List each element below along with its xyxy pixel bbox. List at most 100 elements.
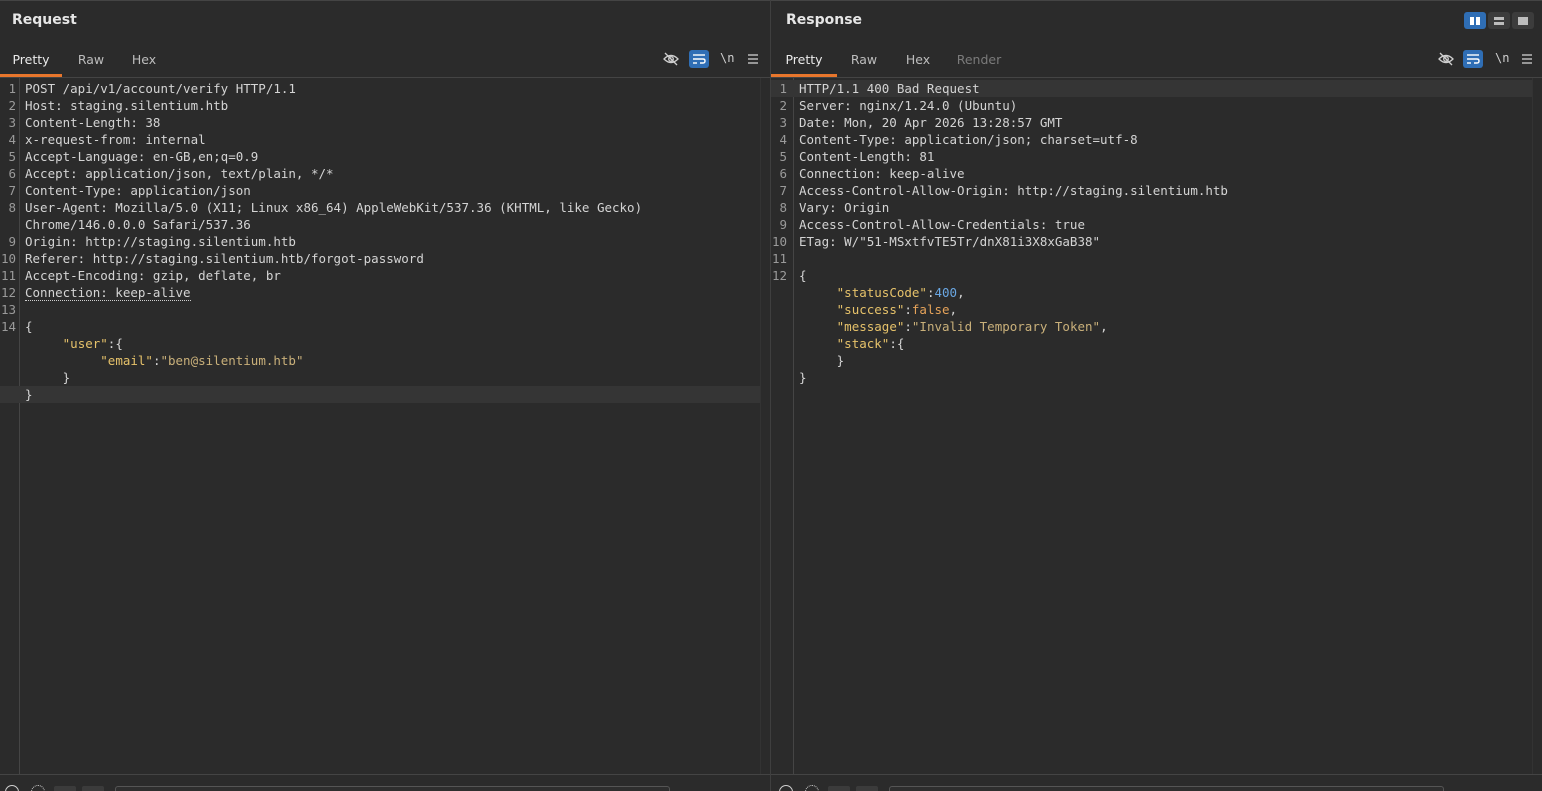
code-line[interactable]: 10 ETag: W/"51-MSxtfvTE5Tr/dnX81i3X8xGaB3… — [771, 233, 1532, 250]
forward-button[interactable] — [82, 786, 104, 791]
code-line[interactable]: 3 Content-Length: 38 — [0, 114, 760, 131]
code-line[interactable]: 2 Server: nginx/1.24.0 (Ubuntu) — [771, 97, 1532, 114]
hamburger-menu-icon[interactable] — [1517, 50, 1537, 68]
code-line[interactable]: 7 Content-Type: application/json — [0, 182, 760, 199]
layout-rows-icon[interactable] — [1488, 12, 1510, 29]
code-line[interactable]: 6 Accept: application/json, text/plain, *… — [0, 165, 760, 182]
line-number: 12 — [0, 285, 16, 300]
vertical-scrollbar[interactable] — [760, 78, 770, 775]
tab-hex[interactable]: Hex — [891, 46, 945, 77]
code-line[interactable]: 8 Vary: Origin — [771, 199, 1532, 216]
code-line[interactable]: 13 — [0, 301, 760, 318]
code-line[interactable]: 2 Host: staging.silentium.htb — [0, 97, 760, 114]
code-line[interactable]: 14 { — [0, 318, 760, 335]
tab-raw[interactable]: Raw — [837, 46, 891, 77]
code-line[interactable]: } — [0, 386, 760, 403]
code-line[interactable]: 6 Connection: keep-alive — [771, 165, 1532, 182]
line-text: "user":{ — [25, 335, 123, 352]
layout-columns-icon[interactable] — [1464, 12, 1486, 29]
code-line[interactable]: 4 Content-Type: application/json; charset… — [771, 131, 1532, 148]
code-line[interactable]: 9 Origin: http://staging.silentium.htb — [0, 233, 760, 250]
code-token: Access-Control-Allow-Origin: http://stag… — [799, 183, 1228, 198]
request-code[interactable]: 1 POST /api/v1/account/verify HTTP/1.1 2 Ho… — [0, 80, 760, 403]
line-text: { — [25, 318, 33, 335]
line-number: 3 — [779, 115, 787, 130]
forward-button[interactable] — [856, 786, 878, 791]
code-line[interactable]: } — [771, 369, 1532, 386]
code-line[interactable]: 7 Access-Control-Allow-Origin: http://sta… — [771, 182, 1532, 199]
tab-pretty[interactable]: Pretty — [771, 46, 837, 77]
code-line[interactable]: } — [0, 369, 760, 386]
line-number: 9 — [8, 234, 16, 249]
code-line[interactable]: Chrome/146.0.0.0 Safari/537.36 — [0, 216, 760, 233]
tab-render[interactable]: Render — [945, 46, 1013, 77]
request-editor[interactable]: 1 POST /api/v1/account/verify HTTP/1.1 2 Ho… — [0, 78, 770, 775]
tab-pretty[interactable]: Pretty — [0, 46, 62, 77]
code-token: Date: Mon, 20 Apr 2026 13:28:57 GMT — [799, 115, 1063, 130]
line-text: Chrome/146.0.0.0 Safari/537.36 — [25, 216, 251, 233]
line-number: 11 — [771, 251, 787, 266]
code-line[interactable]: 12 { — [771, 267, 1532, 284]
code-line[interactable]: 9 Access-Control-Allow-Credentials: true — [771, 216, 1532, 233]
eye-off-icon[interactable] — [661, 50, 681, 68]
newline-icon[interactable]: \n — [720, 51, 734, 65]
code-line[interactable]: 10 Referer: http://staging.silentium.htb/… — [0, 250, 760, 267]
code-token: } — [799, 370, 807, 385]
code-token: : — [904, 302, 912, 317]
search-input[interactable] — [115, 786, 670, 791]
code-line[interactable]: 11 Accept-Encoding: gzip, deflate, br — [0, 267, 760, 284]
code-token: : — [904, 319, 912, 334]
code-token: "Invalid Temporary Token" — [911, 319, 1101, 334]
code-line[interactable]: } — [771, 352, 1532, 369]
hamburger-menu-icon[interactable] — [743, 50, 763, 68]
code-line[interactable]: 8 User-Agent: Mozilla/5.0 (X11; Linux x86… — [0, 199, 760, 216]
code-line[interactable]: "statusCode":400, — [771, 284, 1532, 301]
newline-icon[interactable]: \n — [1495, 51, 1509, 65]
code-line[interactable]: "message":"Invalid Temporary Token", — [771, 318, 1532, 335]
code-token: } — [25, 370, 71, 385]
code-line[interactable]: "email":"ben@silentium.htb" — [0, 352, 760, 369]
code-line[interactable]: 5 Content-Length: 81 — [771, 148, 1532, 165]
vertical-scrollbar[interactable] — [1532, 78, 1542, 775]
eye-off-icon[interactable] — [1436, 50, 1456, 68]
code-token: { — [25, 319, 33, 334]
response-code[interactable]: 1 HTTP/1.1 400 Bad Request 2 Server: nginx/… — [771, 80, 1532, 386]
line-text: Referer: http://staging.silentium.htb/fo… — [25, 250, 424, 267]
line-text: Accept: application/json, text/plain, */… — [25, 165, 334, 182]
tab-raw[interactable]: Raw — [62, 46, 120, 77]
code-line[interactable]: 11 — [771, 250, 1532, 267]
line-text: Accept-Language: en-GB,en;q=0.9 — [25, 148, 258, 165]
back-button[interactable] — [54, 786, 76, 791]
wrap-icon[interactable] — [689, 50, 709, 68]
code-line[interactable]: 1 HTTP/1.1 400 Bad Request — [771, 80, 1532, 97]
back-button[interactable] — [828, 786, 850, 791]
code-token: Origin: http://staging.silentium.htb — [25, 234, 296, 249]
code-line[interactable]: 4 x-request-from: internal — [0, 131, 760, 148]
code-token: Connection: keep-alive — [799, 166, 965, 181]
code-line[interactable]: 12 Connection: keep-alive — [0, 284, 760, 301]
code-line[interactable]: "success":false, — [771, 301, 1532, 318]
line-number: 1 — [8, 81, 16, 96]
layout-single-icon[interactable] — [1512, 12, 1534, 29]
line-number: 2 — [8, 98, 16, 113]
settings-icon[interactable] — [805, 785, 819, 791]
wrap-icon[interactable] — [1463, 50, 1483, 68]
code-line[interactable]: "stack":{ — [771, 335, 1532, 352]
request-pane: Request Pretty Raw Hex \n 1 POST /api/v1/… — [0, 0, 770, 791]
response-editor[interactable]: 1 HTTP/1.1 400 Bad Request 2 Server: nginx/… — [771, 78, 1542, 775]
code-line[interactable]: 3 Date: Mon, 20 Apr 2026 13:28:57 GMT — [771, 114, 1532, 131]
code-line[interactable]: "user":{ — [0, 335, 760, 352]
response-pane: Response Pretty Raw Hex Render \n 1 HTTP/… — [771, 0, 1542, 791]
line-number: 1 — [779, 81, 787, 96]
help-icon[interactable] — [5, 785, 19, 791]
settings-icon[interactable] — [31, 785, 45, 791]
code-line[interactable]: 1 POST /api/v1/account/verify HTTP/1.1 — [0, 80, 760, 97]
line-text: Connection: keep-alive — [25, 284, 191, 301]
tab-hex[interactable]: Hex — [120, 46, 168, 77]
help-icon[interactable] — [779, 785, 793, 791]
search-input[interactable] — [889, 786, 1444, 791]
code-line[interactable]: 5 Accept-Language: en-GB,en;q=0.9 — [0, 148, 760, 165]
line-number: 8 — [8, 200, 16, 215]
